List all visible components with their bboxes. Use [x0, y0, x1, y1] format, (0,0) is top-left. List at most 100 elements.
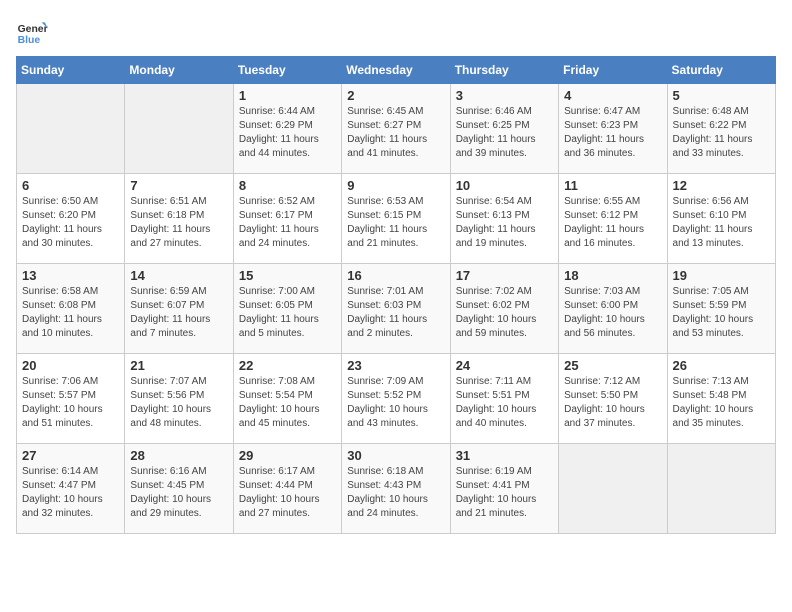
day-info: Sunrise: 6:45 AM Sunset: 6:27 PM Dayligh… — [347, 105, 444, 161]
calendar-cell: 7 Sunrise: 6:51 AM Sunset: 6:18 PM Daylig… — [125, 174, 233, 264]
calendar-cell: 20 Sunrise: 7:06 AM Sunset: 5:57 PM Dayli… — [17, 354, 125, 444]
day-info: Sunrise: 6:56 AM Sunset: 6:10 PM Dayligh… — [673, 195, 770, 251]
day-info: Sunrise: 6:17 AM Sunset: 4:44 PM Dayligh… — [239, 465, 336, 521]
day-number: 21 — [130, 358, 227, 373]
day-number: 5 — [673, 88, 770, 103]
day-info: Sunrise: 6:53 AM Sunset: 6:15 PM Dayligh… — [347, 195, 444, 251]
day-info: Sunrise: 6:46 AM Sunset: 6:25 PM Dayligh… — [456, 105, 553, 161]
calendar-cell: 15Sunrise: 7:00 AM Sunset: 6:05 PM Dayli… — [233, 264, 341, 354]
day-info: Sunrise: 7:05 AM Sunset: 5:59 PM Dayligh… — [673, 285, 770, 341]
day-number: 16 — [347, 268, 444, 283]
calendar-cell: 17 Sunrise: 7:02 AM Sunset: 6:02 PM Dayli… — [450, 264, 558, 354]
day-info: Sunrise: 6:51 AM Sunset: 6:18 PM Dayligh… — [130, 195, 227, 251]
calendar-cell: 24 Sunrise: 7:11 AM Sunset: 5:51 PM Dayli… — [450, 354, 558, 444]
day-number: 29 — [239, 448, 336, 463]
day-number: 19 — [673, 268, 770, 283]
day-number: 23 — [347, 358, 444, 373]
day-number: 31 — [456, 448, 553, 463]
day-info: Sunrise: 6:47 AM Sunset: 6:23 PM Dayligh… — [564, 105, 661, 161]
weekday-header-monday: Monday — [125, 57, 233, 84]
day-number: 14 — [130, 268, 227, 283]
day-number: 3 — [456, 88, 553, 103]
day-info: Sunrise: 6:59 AM Sunset: 6:07 PM Dayligh… — [130, 285, 227, 341]
day-info: Sunrise: 7:11 AM Sunset: 5:51 PM Dayligh… — [456, 375, 553, 431]
weekday-header-thursday: Thursday — [450, 57, 558, 84]
weekday-header-sunday: Sunday — [17, 57, 125, 84]
day-number: 10 — [456, 178, 553, 193]
calendar-cell: 14 Sunrise: 6:59 AM Sunset: 6:07 PM Dayli… — [125, 264, 233, 354]
calendar-cell: 3 Sunrise: 6:46 AM Sunset: 6:25 PM Daylig… — [450, 84, 558, 174]
day-number: 20 — [22, 358, 119, 373]
calendar-cell: 6 Sunrise: 6:50 AM Sunset: 6:20 PM Daylig… — [17, 174, 125, 264]
day-number: 24 — [456, 358, 553, 373]
day-number: 30 — [347, 448, 444, 463]
day-number: 28 — [130, 448, 227, 463]
calendar-cell: 10 Sunrise: 6:54 AM Sunset: 6:13 PM Dayli… — [450, 174, 558, 264]
day-info: Sunrise: 6:55 AM Sunset: 6:12 PM Dayligh… — [564, 195, 661, 251]
day-info: Sunrise: 6:50 AM Sunset: 6:20 PM Dayligh… — [22, 195, 119, 251]
svg-text:General: General — [18, 24, 48, 35]
calendar-cell: 26Sunrise: 7:13 AM Sunset: 5:48 PM Dayli… — [667, 354, 775, 444]
svg-text:Blue: Blue — [18, 35, 41, 46]
day-info: Sunrise: 6:44 AM Sunset: 6:29 PM Dayligh… — [239, 105, 336, 161]
day-number: 7 — [130, 178, 227, 193]
day-number: 26 — [673, 358, 770, 373]
day-number: 25 — [564, 358, 661, 373]
calendar-cell: 13 Sunrise: 6:58 AM Sunset: 6:08 PM Dayli… — [17, 264, 125, 354]
weekday-header-saturday: Saturday — [667, 57, 775, 84]
calendar-cell: 18 Sunrise: 7:03 AM Sunset: 6:00 PM Dayli… — [559, 264, 667, 354]
day-info: Sunrise: 6:19 AM Sunset: 4:41 PM Dayligh… — [456, 465, 553, 521]
calendar-cell — [667, 444, 775, 534]
calendar-cell: 11 Sunrise: 6:55 AM Sunset: 6:12 PM Dayli… — [559, 174, 667, 264]
calendar-cell: 22 Sunrise: 7:08 AM Sunset: 5:54 PM Dayli… — [233, 354, 341, 444]
day-info: Sunrise: 6:48 AM Sunset: 6:22 PM Dayligh… — [673, 105, 770, 161]
day-number: 22 — [239, 358, 336, 373]
calendar-cell — [17, 84, 125, 174]
day-info: Sunrise: 6:14 AM Sunset: 4:47 PM Dayligh… — [22, 465, 119, 521]
day-info: Sunrise: 7:03 AM Sunset: 6:00 PM Dayligh… — [564, 285, 661, 341]
day-number: 1 — [239, 88, 336, 103]
day-number: 13 — [22, 268, 119, 283]
day-info: Sunrise: 6:54 AM Sunset: 6:13 PM Dayligh… — [456, 195, 553, 251]
day-number: 4 — [564, 88, 661, 103]
weekday-header-friday: Friday — [559, 57, 667, 84]
calendar-cell: 25 Sunrise: 7:12 AM Sunset: 5:50 PM Dayli… — [559, 354, 667, 444]
calendar-cell: 28 Sunrise: 6:16 AM Sunset: 4:45 PM Dayli… — [125, 444, 233, 534]
calendar-cell: 9 Sunrise: 6:53 AM Sunset: 6:15 PM Daylig… — [342, 174, 450, 264]
day-number: 8 — [239, 178, 336, 193]
day-number: 9 — [347, 178, 444, 193]
day-info: Sunrise: 7:01 AM Sunset: 6:03 PM Dayligh… — [347, 285, 444, 341]
calendar-cell: 1 Sunrise: 6:44 AM Sunset: 6:29 PM Daylig… — [233, 84, 341, 174]
day-number: 2 — [347, 88, 444, 103]
day-number: 27 — [22, 448, 119, 463]
logo: General Blue — [16, 16, 48, 48]
calendar-cell: 16 Sunrise: 7:01 AM Sunset: 6:03 PM Dayli… — [342, 264, 450, 354]
calendar-cell: 5 Sunrise: 6:48 AM Sunset: 6:22 PM Daylig… — [667, 84, 775, 174]
page-header: General Blue — [16, 16, 776, 48]
day-info: Sunrise: 7:02 AM Sunset: 6:02 PM Dayligh… — [456, 285, 553, 341]
day-info: Sunrise: 6:16 AM Sunset: 4:45 PM Dayligh… — [130, 465, 227, 521]
logo-icon: General Blue — [16, 16, 48, 48]
weekday-header-tuesday: Tuesday — [233, 57, 341, 84]
calendar-cell: 27 Sunrise: 6:14 AM Sunset: 4:47 PM Dayli… — [17, 444, 125, 534]
day-number: 6 — [22, 178, 119, 193]
calendar-cell: 29 Sunrise: 6:17 AM Sunset: 4:44 PM Dayli… — [233, 444, 341, 534]
calendar-cell: 30 Sunrise: 6:18 AM Sunset: 4:43 PM Dayli… — [342, 444, 450, 534]
calendar-cell: 31 Sunrise: 6:19 AM Sunset: 4:41 PM Dayli… — [450, 444, 558, 534]
day-number: 17 — [456, 268, 553, 283]
day-info: Sunrise: 6:58 AM Sunset: 6:08 PM Dayligh… — [22, 285, 119, 341]
calendar-cell: 12 Sunrise: 6:56 AM Sunset: 6:10 PM Dayli… — [667, 174, 775, 264]
calendar-cell — [559, 444, 667, 534]
day-info: Sunrise: 7:08 AM Sunset: 5:54 PM Dayligh… — [239, 375, 336, 431]
day-info: Sunrise: 7:06 AM Sunset: 5:57 PM Dayligh… — [22, 375, 119, 431]
calendar-cell: 21Sunrise: 7:07 AM Sunset: 5:56 PM Dayli… — [125, 354, 233, 444]
day-info: Sunrise: 6:52 AM Sunset: 6:17 PM Dayligh… — [239, 195, 336, 251]
day-number: 12 — [673, 178, 770, 193]
calendar-cell: 8 Sunrise: 6:52 AM Sunset: 6:17 PM Daylig… — [233, 174, 341, 264]
day-info: Sunrise: 7:12 AM Sunset: 5:50 PM Dayligh… — [564, 375, 661, 431]
day-number: 15 — [239, 268, 336, 283]
day-number: 11 — [564, 178, 661, 193]
day-info: Sunrise: 6:18 AM Sunset: 4:43 PM Dayligh… — [347, 465, 444, 521]
calendar-cell: 4 Sunrise: 6:47 AM Sunset: 6:23 PM Daylig… — [559, 84, 667, 174]
day-number: 18 — [564, 268, 661, 283]
